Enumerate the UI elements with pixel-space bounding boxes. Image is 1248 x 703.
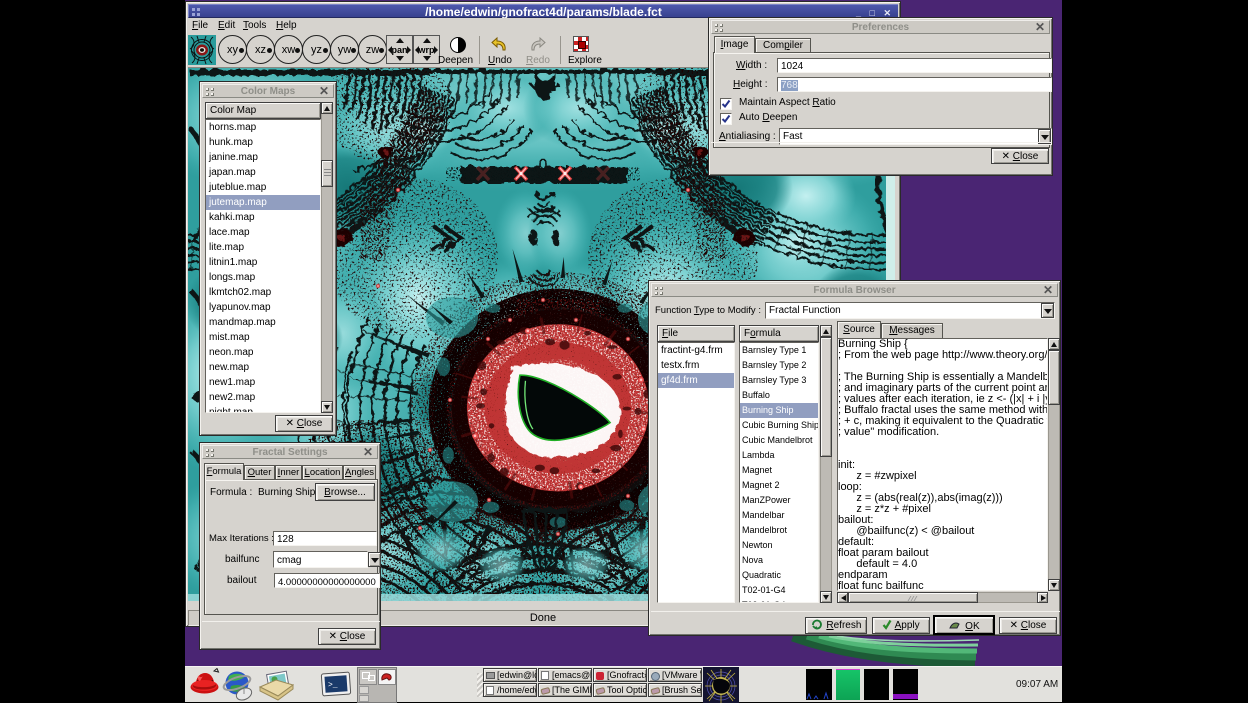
svg-text:>_: >_ — [328, 681, 338, 690]
